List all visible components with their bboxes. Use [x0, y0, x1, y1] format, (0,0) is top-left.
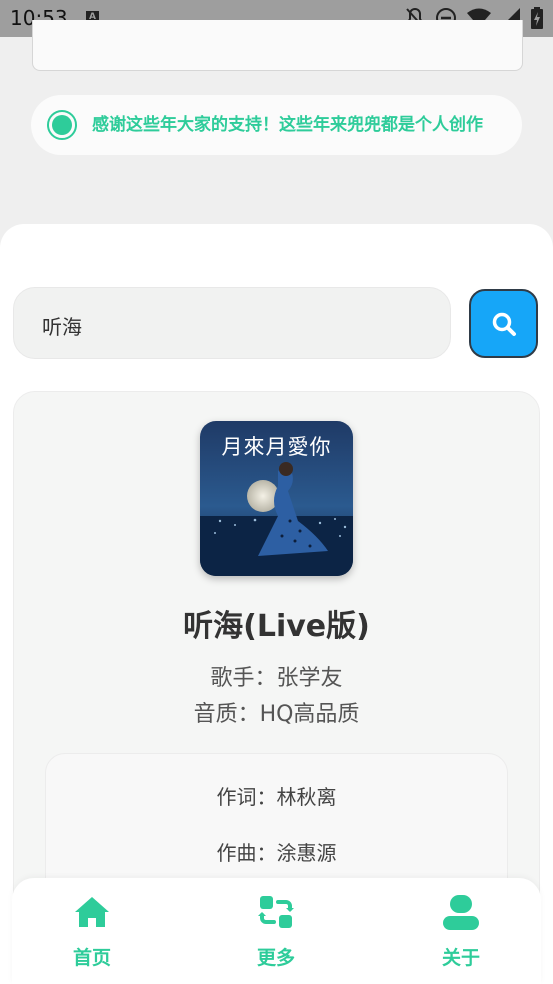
song-composer: 作曲：涂惠源 [216, 841, 337, 865]
song-title: 听海(Live版) [183, 609, 370, 644]
bottom-nav: 首页 更多 关于 [12, 878, 541, 984]
notice-text: 感谢这些年大家的支持！这些年来兜兜都是个人创作 [92, 115, 483, 135]
song-quality: 音质：HQ高品质 [193, 702, 360, 727]
home-icon [75, 897, 109, 927]
notice-indicator-icon [47, 110, 77, 140]
nav-item-about-label: 关于 [441, 947, 480, 969]
cover-title: 月來月愛你 [221, 435, 332, 459]
nav-item-home[interactable]: 首页 [32, 878, 152, 984]
search-icon [492, 312, 516, 336]
nav-item-more[interactable]: 更多 [216, 878, 336, 984]
nav-item-about[interactable]: 关于 [401, 878, 521, 984]
search-input[interactable] [40, 306, 434, 344]
top-card [32, 20, 523, 71]
search-button[interactable] [469, 289, 538, 358]
album-cover[interactable]: 月來月愛你 [200, 421, 353, 576]
nav-item-more-label: 更多 [256, 947, 295, 969]
battery-icon [531, 7, 543, 29]
user-icon [443, 895, 479, 930]
song-lyricist: 作词：林秋离 [216, 785, 337, 809]
search-box[interactable] [13, 287, 451, 359]
notice-bar[interactable]: 感谢这些年大家的支持！这些年来兜兜都是个人创作 [31, 95, 522, 155]
song-singer: 歌手：张学友 [210, 666, 343, 691]
nav-item-home-label: 首页 [72, 947, 111, 969]
swap-icon [258, 896, 294, 928]
